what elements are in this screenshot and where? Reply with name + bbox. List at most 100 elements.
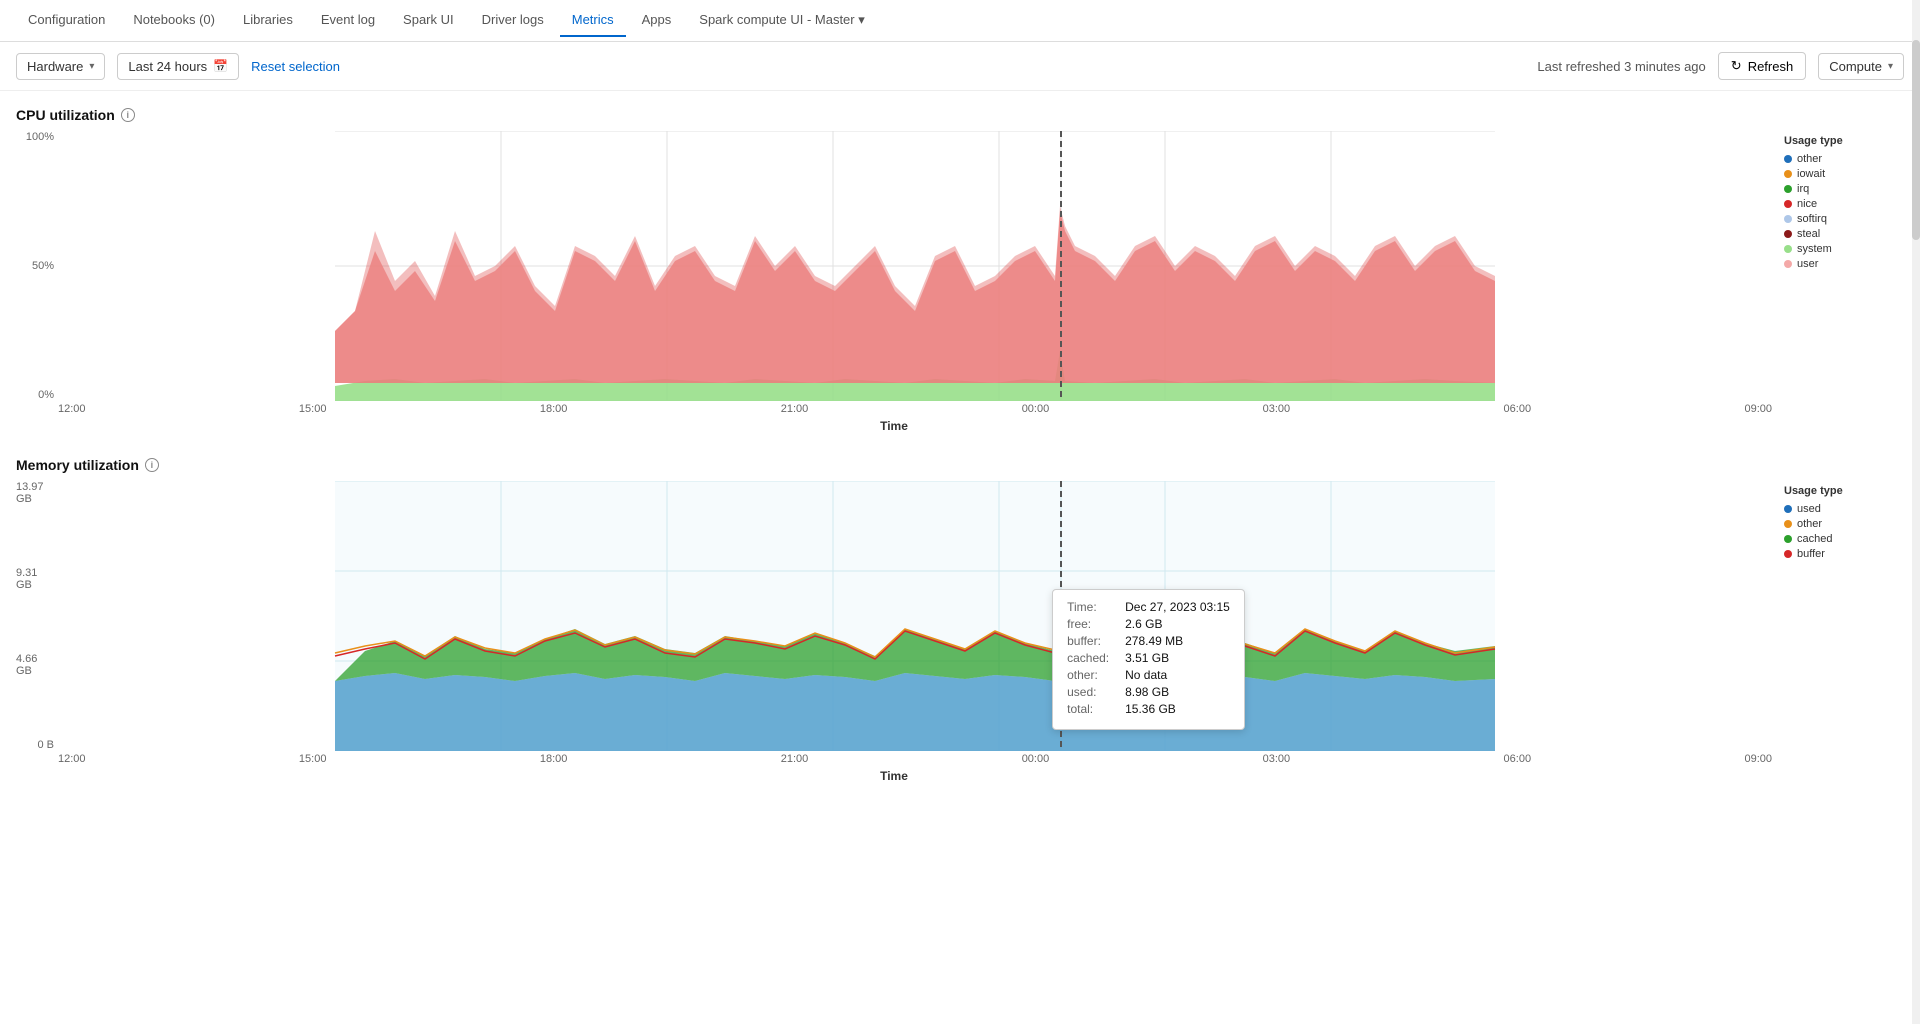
cpu-legend-system: system bbox=[1784, 243, 1904, 255]
cpu-yaxis: 100% 50% 0% bbox=[16, 131, 58, 401]
cpu-x-1500: 15:00 bbox=[299, 403, 327, 415]
nav-apps[interactable]: Apps bbox=[630, 4, 684, 37]
calendar-icon: 📅 bbox=[213, 59, 228, 73]
mem-used-dot bbox=[1784, 505, 1792, 513]
hardware-label: Hardware bbox=[27, 59, 83, 74]
scrollbar[interactable] bbox=[1912, 0, 1920, 1024]
hardware-chevron: ▾ bbox=[89, 61, 94, 72]
nav-driverlogs[interactable]: Driver logs bbox=[470, 4, 556, 37]
cpu-system-dot bbox=[1784, 245, 1792, 253]
memory-xaxis: 12:00 15:00 18:00 21:00 00:00 03:00 06:0… bbox=[58, 751, 1772, 767]
cpu-legend-iowait: iowait bbox=[1784, 168, 1904, 180]
refresh-icon: ↻ bbox=[1731, 58, 1742, 74]
mem-other-label: other bbox=[1797, 518, 1822, 530]
cpu-other-label: other bbox=[1797, 153, 1822, 165]
mem-y-low: 4.66 GB bbox=[16, 653, 54, 677]
mem-used-label: used bbox=[1797, 503, 1821, 515]
cpu-y-50: 50% bbox=[32, 260, 54, 272]
mem-cached-label: cached bbox=[1797, 533, 1832, 545]
reset-selection-link[interactable]: Reset selection bbox=[251, 59, 340, 74]
cpu-legend-softirq: softirq bbox=[1784, 213, 1904, 225]
compute-select[interactable]: Compute ▾ bbox=[1818, 53, 1904, 80]
cpu-legend-other: other bbox=[1784, 153, 1904, 165]
nav-sparkcompute[interactable]: Spark compute UI - Master ▾ bbox=[687, 4, 876, 38]
mem-legend-cached: cached bbox=[1784, 533, 1904, 545]
cpu-user-dot bbox=[1784, 260, 1792, 268]
cpu-nice-dot bbox=[1784, 200, 1792, 208]
memory-svg bbox=[58, 481, 1772, 751]
cpu-chart-wrapper: 100% 50% 0% bbox=[16, 131, 1904, 433]
cpu-iowait-label: iowait bbox=[1797, 168, 1825, 180]
cpu-xaxis-title: Time bbox=[16, 419, 1772, 433]
nav-metrics[interactable]: Metrics bbox=[560, 4, 626, 37]
refresh-button[interactable]: ↻ Refresh bbox=[1718, 52, 1806, 80]
cpu-steal-dot bbox=[1784, 230, 1792, 238]
nav-notebooks[interactable]: Notebooks (0) bbox=[121, 4, 227, 37]
cpu-x-0300: 03:00 bbox=[1263, 403, 1291, 415]
cpu-y-100: 100% bbox=[26, 131, 54, 143]
nav-eventlog[interactable]: Event log bbox=[309, 4, 387, 37]
cpu-softirq-label: softirq bbox=[1797, 213, 1827, 225]
mem-y-top: 13.97 GB bbox=[16, 481, 54, 505]
nav-configuration[interactable]: Configuration bbox=[16, 4, 117, 37]
cpu-legend-steal: steal bbox=[1784, 228, 1904, 240]
mem-legend-other: other bbox=[1784, 518, 1904, 530]
memory-chart-with-yaxis: 13.97 GB 9.31 GB 4.66 GB 0 B bbox=[16, 481, 1772, 751]
nav-libraries[interactable]: Libraries bbox=[231, 4, 305, 37]
cpu-chart-section: CPU utilization i 100% 50% 0% bbox=[16, 107, 1904, 433]
cpu-xaxis: 12:00 15:00 18:00 21:00 00:00 03:00 06:0… bbox=[58, 401, 1772, 417]
memory-yaxis: 13.97 GB 9.31 GB 4.66 GB 0 B bbox=[16, 481, 58, 751]
cpu-legend-title: Usage type bbox=[1784, 135, 1904, 147]
mem-x-1200: 12:00 bbox=[58, 753, 86, 765]
mem-y-mid: 9.31 GB bbox=[16, 567, 54, 591]
cpu-irq-dot bbox=[1784, 185, 1792, 193]
memory-info-icon[interactable]: i bbox=[145, 458, 159, 472]
compute-label: Compute bbox=[1829, 59, 1882, 74]
hardware-select[interactable]: Hardware ▾ bbox=[16, 53, 105, 80]
mem-x-1800: 18:00 bbox=[540, 753, 568, 765]
mem-x-1500: 15:00 bbox=[299, 753, 327, 765]
scrollbar-thumb[interactable] bbox=[1912, 40, 1920, 240]
memory-title-text: Memory utilization bbox=[16, 457, 139, 473]
mem-other-dot bbox=[1784, 520, 1792, 528]
cpu-x-1800: 18:00 bbox=[540, 403, 568, 415]
nav-bar: Configuration Notebooks (0) Libraries Ev… bbox=[0, 0, 1920, 42]
memory-legend: Usage type used other cached buffer bbox=[1784, 481, 1904, 783]
memory-chart-wrapper: 13.97 GB 9.31 GB 4.66 GB 0 B bbox=[16, 481, 1904, 783]
cpu-x-1200: 12:00 bbox=[58, 403, 86, 415]
cpu-irq-label: irq bbox=[1797, 183, 1809, 195]
timerange-select[interactable]: Last 24 hours 📅 bbox=[117, 53, 239, 80]
charts-area: CPU utilization i 100% 50% 0% bbox=[0, 91, 1920, 823]
memory-chart-section: Memory utilization i 13.97 GB 9.31 GB 4.… bbox=[16, 457, 1904, 783]
mem-legend-used: used bbox=[1784, 503, 1904, 515]
cpu-x-0900: 09:00 bbox=[1744, 403, 1772, 415]
cpu-nice-label: nice bbox=[1797, 198, 1817, 210]
toolbar: Hardware ▾ Last 24 hours 📅 Reset selecti… bbox=[0, 42, 1920, 91]
memory-svg-container: Time: Dec 27, 2023 03:15 free: 2.6 GB bu… bbox=[58, 481, 1772, 751]
cpu-svg bbox=[58, 131, 1772, 401]
mem-x-0000: 00:00 bbox=[1022, 753, 1050, 765]
cpu-legend-user: user bbox=[1784, 258, 1904, 270]
cpu-legend: Usage type other iowait irq nice bbox=[1784, 131, 1904, 433]
mem-legend-buffer: buffer bbox=[1784, 548, 1904, 560]
memory-legend-title: Usage type bbox=[1784, 485, 1904, 497]
memory-xaxis-title: Time bbox=[16, 769, 1772, 783]
cpu-softirq-dot bbox=[1784, 215, 1792, 223]
memory-chart-area: 13.97 GB 9.31 GB 4.66 GB 0 B bbox=[16, 481, 1772, 783]
last-refreshed-text: Last refreshed 3 minutes ago bbox=[1537, 59, 1705, 74]
mem-buffer-dot bbox=[1784, 550, 1792, 558]
cpu-iowait-dot bbox=[1784, 170, 1792, 178]
cpu-chart-title: CPU utilization i bbox=[16, 107, 1904, 123]
cpu-info-icon[interactable]: i bbox=[121, 108, 135, 122]
mem-x-0300: 03:00 bbox=[1263, 753, 1291, 765]
nav-sparkui[interactable]: Spark UI bbox=[391, 4, 466, 37]
cpu-user-label: user bbox=[1797, 258, 1818, 270]
cpu-y-0: 0% bbox=[38, 389, 54, 401]
memory-chart-title: Memory utilization i bbox=[16, 457, 1904, 473]
cpu-legend-nice: nice bbox=[1784, 198, 1904, 210]
cpu-other-dot bbox=[1784, 155, 1792, 163]
cpu-x-0000: 00:00 bbox=[1022, 403, 1050, 415]
mem-x-0900: 09:00 bbox=[1744, 753, 1772, 765]
mem-cached-dot bbox=[1784, 535, 1792, 543]
cpu-chart-area: 100% 50% 0% bbox=[16, 131, 1772, 433]
